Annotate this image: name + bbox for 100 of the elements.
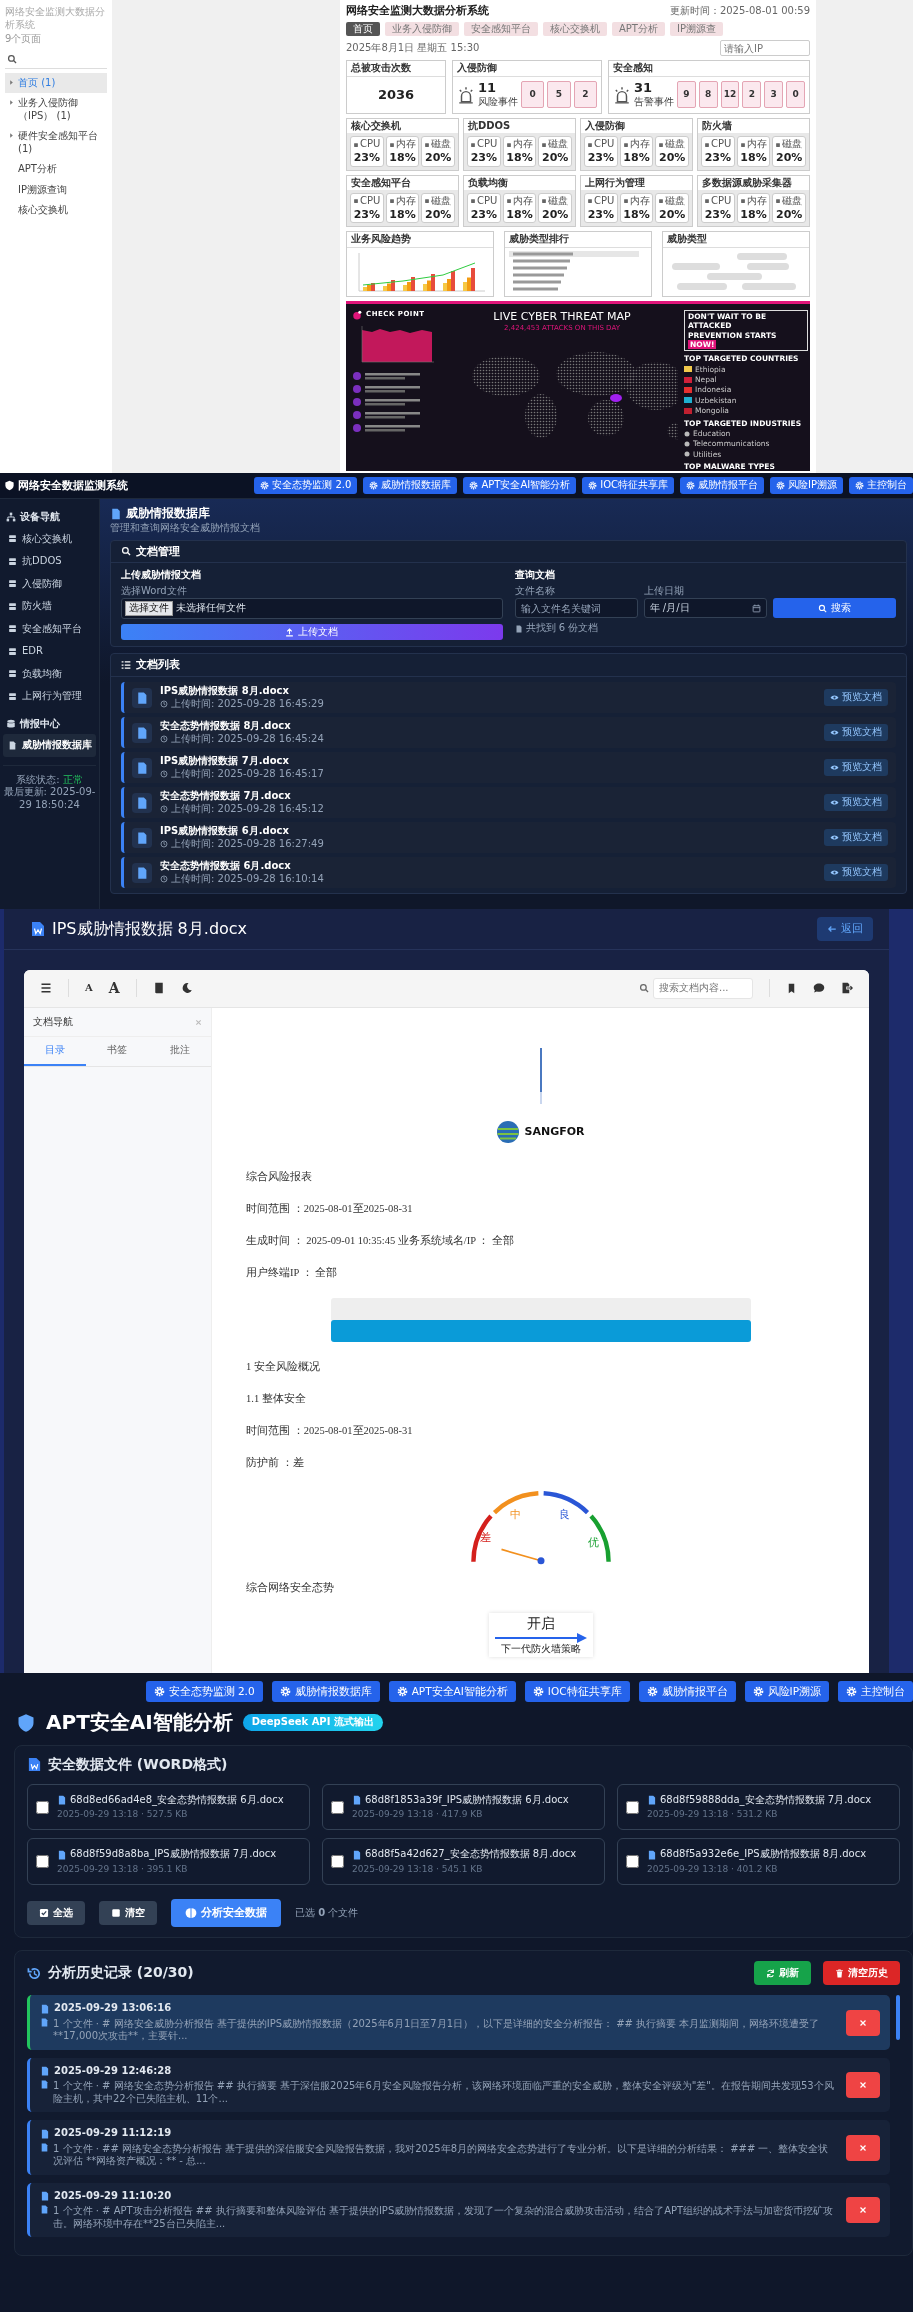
preview-button[interactable]: 预览文档	[824, 689, 888, 706]
moon-icon[interactable]	[180, 982, 193, 995]
nav-button[interactable]: IOC特征共享库	[582, 477, 674, 494]
search-icon[interactable]	[7, 53, 17, 64]
history-item[interactable]: 2025-09-29 12:46:28 1 个文件 · # 网络安全态势分析报告 ## 执行摘要 基于深信服2025年6月安全风险报告分析，该网络环境面临严重的安全威胁，整体安全评级为"差"。在报告期间共发现53个风险主机，其中22个已失陷主机、11个...	[27, 2057, 890, 2113]
delete-button[interactable]	[846, 2072, 880, 2099]
metric-value: 20%	[658, 207, 686, 222]
menu-icon[interactable]	[40, 982, 52, 995]
sidebar-item[interactable]: APT分析	[5, 159, 107, 180]
checkbox[interactable]	[36, 1800, 49, 1814]
file-field[interactable]: 选择文件 未选择任何文件	[121, 598, 503, 619]
book-icon[interactable]	[152, 982, 165, 995]
search-field[interactable]: 请输入IP	[720, 40, 810, 57]
file-item[interactable]: 68d8f59888dda_安全态势情报数据 7月.docx 2025-09-29 13:18 · 531.2 KB	[617, 1783, 900, 1831]
delete-button[interactable]	[846, 2009, 880, 2036]
sidebar-item[interactable]: 上网行为管理	[3, 685, 96, 708]
tab[interactable]: 书签	[86, 1037, 149, 1066]
choose-file-button[interactable]: 选择文件	[125, 601, 173, 616]
nav-button[interactable]: 风险IP溯源	[744, 1681, 829, 1703]
gear-icon	[260, 481, 270, 490]
checkbox[interactable]	[331, 1855, 344, 1869]
preview-button[interactable]: 预览文档	[824, 864, 888, 881]
file-item[interactable]: 68d8f5a932e6e_IPS威胁情报数据 8月.docx 2025-09-29 13:18 · 401.2 KB	[617, 1838, 900, 1886]
nav-button[interactable]: 威胁情报平台	[638, 1681, 736, 1703]
delete-button[interactable]	[846, 2197, 880, 2224]
sidebar-item[interactable]: 核心交换机	[5, 200, 107, 221]
delete-button[interactable]	[846, 2134, 880, 2161]
tab[interactable]: 批注	[148, 1037, 211, 1066]
select-all-button[interactable]: 全选	[27, 1900, 85, 1926]
nav-tab[interactable]: IP溯源查	[670, 21, 723, 37]
back-button[interactable]: 返回	[817, 917, 873, 941]
analyze-button[interactable]: 分析安全数据	[171, 1899, 281, 1927]
file-item[interactable]: 68d8f1853a39f_IPS威胁情报数据 6月.docx 2025-09-29 13:18 · 417.9 KB	[322, 1783, 605, 1831]
file-meta: 2025-09-29 13:18 · 545.1 KB	[352, 1863, 484, 1876]
sidebar-item[interactable]: 威胁情报数据库	[3, 734, 96, 757]
checkbox[interactable]	[626, 1800, 639, 1814]
nav-button[interactable]: IOC特征共享库	[524, 1681, 630, 1703]
speech-bubble-icon[interactable]	[813, 982, 825, 995]
date-field[interactable]: 年 /月/日	[643, 598, 767, 619]
nav-button[interactable]: 主控制台	[838, 1681, 913, 1703]
clear-history-button[interactable]: 清空历史	[823, 1960, 900, 1986]
preview-button[interactable]: 预览文档	[824, 759, 888, 776]
history-item[interactable]: 2025-09-29 11:12:19 1 个文件 · ## 网络安全态势分析报告 基于提供的深信服安全风险报告数据，我对2025年8月的网络安全态势进行了专业分析。以下是详细的分析结果： ### 一、整体安全状况评估 **网络资产概况：** - 总...	[27, 2120, 890, 2175]
nav-tab[interactable]: 核心交换机	[543, 21, 607, 37]
image-caption: 开启	[526, 1615, 555, 1633]
preview-button[interactable]: 预览文档	[824, 794, 888, 811]
bookmark-icon[interactable]	[786, 982, 797, 994]
nav-tab[interactable]: 首页	[346, 21, 380, 37]
filename-field[interactable]: 输入文件名关键词	[514, 598, 638, 619]
preview-button[interactable]: 预览文档	[824, 724, 888, 741]
nav-button[interactable]: 威胁情报平台	[680, 477, 764, 494]
sidebar-item[interactable]: EDR	[3, 640, 96, 663]
search-button[interactable]: 搜索	[772, 598, 896, 619]
nav-tab[interactable]: 业务入侵防御	[385, 21, 459, 37]
sidebar-item[interactable]: 业务入侵防御（IPS） (1)	[5, 93, 107, 126]
chip-icon	[353, 198, 359, 205]
nav-tab[interactable]: 安全感知平台	[464, 21, 538, 37]
event-count: 11	[478, 81, 498, 96]
nav-button[interactable]: 威胁情报数据库	[271, 1681, 380, 1703]
search-field[interactable]: 搜索文档内容...	[653, 978, 753, 999]
scrollbar-thumb[interactable]	[896, 1995, 900, 2041]
list-icon	[121, 660, 131, 671]
file-item[interactable]: 68d8f59d8a8ba_IPS威胁情报数据 7月.docx 2025-09-29 13:18 · 395.1 KB	[27, 1838, 310, 1886]
tab[interactable]: 目录	[24, 1037, 87, 1066]
sidebar-item[interactable]: 抗DDOS	[3, 550, 96, 573]
history-item[interactable]: 2025-09-29 13:06:16 1 个文件 · # 网络安全威胁分析报告 基于提供的IPS威胁情报数据（2025年6月1日至7月1日），以下是详细的安全分析报告： ## 执行摘要 本月监测期间，网络环境遭受了**17,000次攻击**，主要针...	[27, 1995, 890, 2050]
nav-button[interactable]: 主控制台	[849, 477, 913, 494]
result-count: 共找到 6 份文档	[525, 622, 599, 635]
nav-button[interactable]: 风险IP溯源	[770, 477, 843, 494]
sidebar-item[interactable]: 首页 (1)	[5, 72, 107, 93]
sidebar-item[interactable]: 入侵防御	[3, 572, 96, 595]
font-size-button[interactable]: A	[108, 979, 120, 997]
device-name: 入侵防御	[581, 118, 692, 134]
clear-button[interactable]: 清空	[99, 1900, 157, 1926]
file-item[interactable]: 68d8f5a42d627_安全态势情报数据 8月.docx 2025-09-29 13:18 · 545.1 KB	[322, 1838, 605, 1886]
nav-button[interactable]: APT安全AI智能分析	[388, 1681, 516, 1703]
nav-button[interactable]: 威胁情报数据库	[363, 477, 458, 494]
history-item[interactable]: 2025-09-29 11:10:20 1 个文件 · # APT攻击分析报告 ## 执行摘要和整体风险评估 基于提供的IPS威胁情报数据，发现了一个复杂的混合威胁攻击活动，结合了APT组织的战术手法与加密货币挖矿攻击。网络环境中存在**25台已失陷主...	[27, 2182, 890, 2238]
checkbox[interactable]	[626, 1855, 639, 1869]
nav-tab[interactable]: APT分析	[612, 21, 665, 37]
nav-button[interactable]: 安全态势监测 2.0	[145, 1681, 263, 1703]
checkbox[interactable]	[36, 1855, 49, 1869]
sidebar-item[interactable]: 防火墙	[3, 595, 96, 618]
metric-value: 18%	[739, 207, 768, 222]
metric-value: 18%	[739, 150, 768, 165]
file-export-icon[interactable]	[841, 982, 853, 995]
sidebar-item[interactable]: 核心交换机	[3, 527, 96, 550]
nav-button[interactable]: APT安全AI智能分析	[463, 477, 577, 494]
sidebar-item[interactable]: 安全感知平台	[3, 617, 96, 640]
alarm-light-icon	[613, 85, 631, 104]
font-size-button[interactable]: A	[85, 982, 93, 995]
preview-button[interactable]: 预览文档	[824, 829, 888, 846]
nav-button[interactable]: 安全态势监测 2.0	[254, 477, 358, 494]
sidebar-item[interactable]: 负载均衡	[3, 662, 96, 685]
close-icon	[859, 2206, 867, 2215]
sidebar-item[interactable]: 硬件安全感知平台 (1)	[5, 126, 107, 159]
checkbox[interactable]	[331, 1800, 344, 1814]
upload-button[interactable]: 上传文档	[121, 623, 503, 641]
file-item[interactable]: 68d8ed66ad4e8_安全态势情报数据 6月.docx 2025-09-29 13:18 · 527.5 KB	[27, 1783, 310, 1831]
sidebar-item[interactable]: IP溯源查询	[5, 179, 107, 200]
